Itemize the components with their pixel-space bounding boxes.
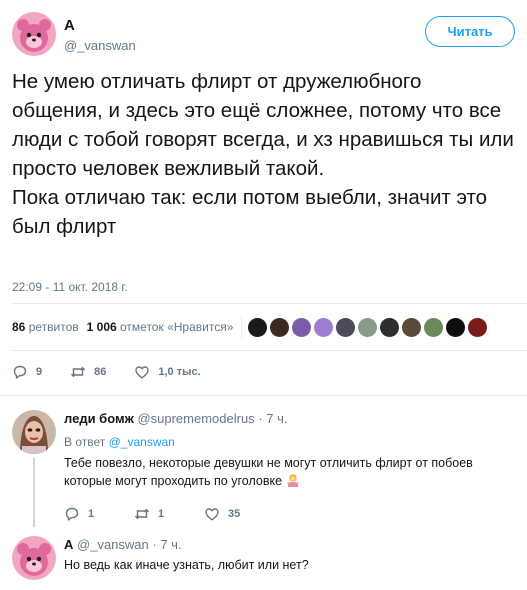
reply-author-avatar[interactable] bbox=[12, 410, 56, 454]
liker-avatar[interactable] bbox=[248, 317, 268, 337]
liker-avatar[interactable] bbox=[314, 317, 334, 337]
tweet-actions: 9 86 1,0 тыс. bbox=[12, 362, 229, 382]
heart-icon bbox=[205, 508, 219, 521]
liker-avatar[interactable] bbox=[424, 317, 444, 337]
liker-avatar[interactable] bbox=[468, 317, 488, 337]
reply-to-prefix: В ответ bbox=[64, 435, 106, 449]
like-count: 1,0 тыс. bbox=[158, 366, 201, 378]
retweet-icon bbox=[134, 508, 150, 520]
retweet-icon bbox=[71, 366, 86, 378]
tweet-text: Не умею отличать флирт от дружелюбного о… bbox=[12, 70, 514, 238]
reply-author-avatar[interactable] bbox=[12, 536, 56, 580]
author-avatar[interactable] bbox=[12, 12, 56, 56]
author-name[interactable]: А bbox=[64, 17, 75, 34]
reply-body: А @_vanswan · 7 ч. Но ведь как иначе узн… bbox=[64, 536, 517, 574]
retweet-button[interactable]: 86 bbox=[70, 364, 106, 380]
reply-author-name[interactable]: леди бомж bbox=[64, 411, 134, 426]
divider bbox=[12, 350, 527, 351]
reply-text: Тебе повезло, некоторые девушки не могут… bbox=[64, 454, 517, 490]
reply-author-handle[interactable]: @suprememodelrus bbox=[137, 411, 254, 426]
liker-avatar[interactable] bbox=[358, 317, 378, 337]
liker-avatar[interactable] bbox=[292, 317, 312, 337]
liker-avatar[interactable] bbox=[336, 317, 356, 337]
thread-connector-line bbox=[33, 458, 35, 527]
reply-to-handle-link[interactable]: @_vanswan bbox=[109, 435, 175, 449]
reply-button[interactable]: 9 bbox=[12, 364, 42, 380]
retweet-count: 86 bbox=[94, 366, 107, 378]
liker-avatar[interactable] bbox=[402, 317, 422, 337]
reply-time[interactable]: · 7 ч. bbox=[152, 537, 181, 552]
follow-button[interactable]: Читать bbox=[425, 16, 515, 47]
retweet-count: 1 bbox=[158, 508, 165, 520]
liker-avatar[interactable] bbox=[446, 317, 466, 337]
reply-count: 9 bbox=[36, 366, 43, 378]
woman-shrugging-icon bbox=[286, 474, 299, 487]
divider bbox=[12, 303, 527, 304]
like-count: 35 bbox=[228, 508, 241, 520]
reply-body: леди бомж @suprememodelrus · 7 ч. В отве… bbox=[64, 410, 517, 522]
retweet-button[interactable]: 1 bbox=[134, 506, 204, 522]
reply-text: Но ведь как иначе узнать, любит или нет? bbox=[64, 558, 309, 572]
reply-time[interactable]: · 7 ч. bbox=[258, 411, 287, 426]
reply-to-line: В ответ @_vanswan bbox=[64, 434, 517, 450]
divider bbox=[241, 316, 243, 338]
reply-text-content: Тебе повезло, некоторые девушки не могут… bbox=[64, 456, 473, 488]
reply-icon bbox=[13, 365, 27, 379]
likers-avatars bbox=[248, 317, 488, 337]
tweet-header: А @_vanswan Читать bbox=[12, 12, 515, 60]
reply-button[interactable]: 1 bbox=[64, 506, 134, 522]
liker-avatar[interactable] bbox=[270, 317, 290, 337]
heart-icon bbox=[135, 366, 150, 379]
like-button[interactable]: 35 bbox=[204, 506, 274, 522]
liker-avatar[interactable] bbox=[380, 317, 400, 337]
reply-actions: 1 1 35 bbox=[64, 506, 517, 522]
divider bbox=[0, 395, 527, 396]
retweets-stat[interactable]: 86 ретвитов bbox=[12, 320, 79, 334]
reply-icon bbox=[65, 507, 79, 521]
reply-author-name[interactable]: А bbox=[64, 537, 73, 552]
reply-count: 1 bbox=[88, 508, 95, 520]
author-handle[interactable]: @_vanswan bbox=[64, 38, 136, 53]
tweet-stats: 86 ретвитов 1 006 отметок «Нравится» bbox=[12, 312, 517, 342]
like-button[interactable]: 1,0 тыс. bbox=[134, 364, 201, 380]
likes-stat[interactable]: 1 006 отметок «Нравится» bbox=[87, 320, 234, 334]
reply-header: леди бомж @suprememodelrus · 7 ч. bbox=[64, 410, 517, 428]
reply-author-handle[interactable]: @_vanswan bbox=[77, 537, 149, 552]
tweet-timestamp[interactable]: 22:09 - 11 окт. 2018 г. bbox=[12, 280, 128, 294]
reply-header: А @_vanswan · 7 ч. bbox=[64, 536, 517, 554]
